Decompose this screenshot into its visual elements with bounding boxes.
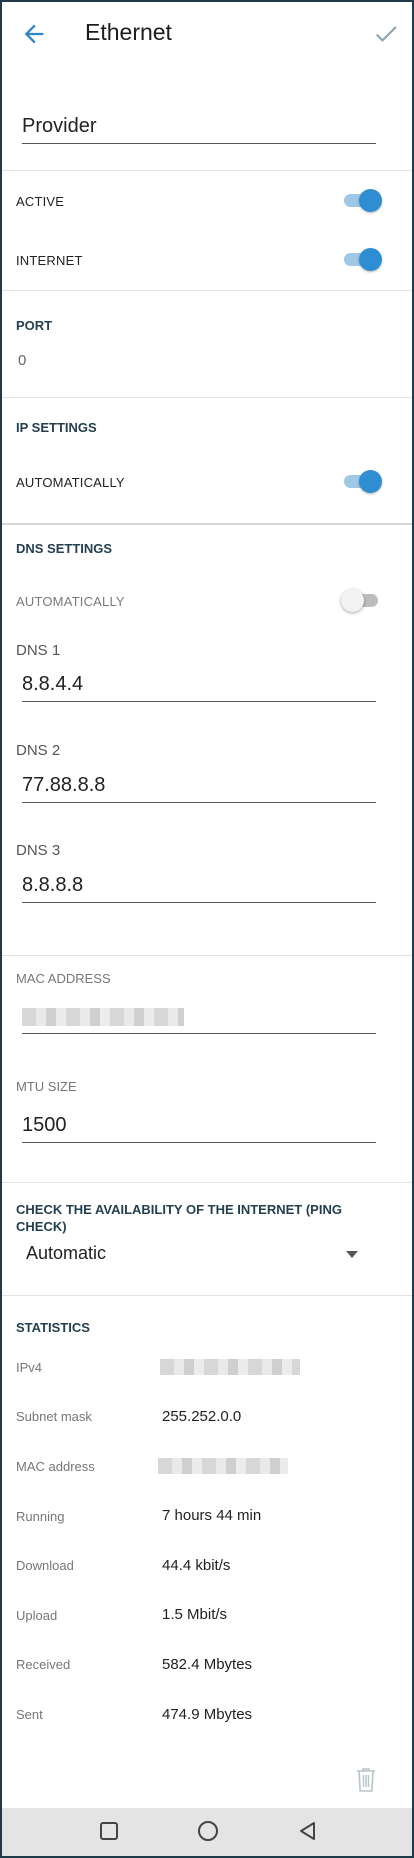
- trash-icon[interactable]: [354, 1766, 378, 1794]
- active-label: ACTIVE: [16, 194, 65, 209]
- ping-check-selected: Automatic: [26, 1243, 107, 1263]
- divider: [2, 397, 412, 398]
- arrow-left-icon[interactable]: [20, 20, 48, 48]
- divider: [2, 1295, 412, 1296]
- stat-value: 255.252.0.0: [162, 1408, 242, 1425]
- app-header: Ethernet: [2, 2, 412, 66]
- dns1-label: DNS 1: [16, 642, 61, 659]
- active-toggle[interactable]: [344, 188, 382, 212]
- port-value: 0: [18, 352, 27, 369]
- recents-icon[interactable]: [100, 1822, 118, 1840]
- dns-auto-toggle[interactable]: [341, 588, 378, 612]
- mtu-size-label: MTU SIZE: [16, 1079, 77, 1094]
- stat-label: IPv4: [16, 1360, 43, 1375]
- stat-label: Upload: [16, 1608, 58, 1623]
- internet-label: INTERNET: [16, 253, 83, 268]
- redacted-value: [160, 1359, 300, 1375]
- stat-label: Download: [16, 1558, 74, 1573]
- ping-check-select[interactable]: Automatic: [18, 1239, 364, 1269]
- stat-label: Received: [16, 1657, 71, 1672]
- ping-check-title: CHECK THE AVAILABILITY OF THE INTERNET (…: [16, 1202, 342, 1234]
- dns-settings-title: DNS SETTINGS: [16, 541, 113, 556]
- check-icon[interactable]: [372, 20, 400, 48]
- dns-auto-label: AUTOMATICALLY: [16, 594, 125, 609]
- divider: [2, 290, 412, 291]
- system-nav-bar: [2, 1808, 412, 1856]
- dns3-label: DNS 3: [16, 842, 61, 859]
- divider: [2, 170, 412, 171]
- port-section-title: PORT: [16, 318, 53, 333]
- redacted-value: [158, 1458, 288, 1474]
- divider: [2, 955, 412, 956]
- stat-label: Running: [16, 1509, 65, 1524]
- stat-value: 7 hours 44 min: [162, 1507, 262, 1524]
- stat-label: MAC address: [16, 1459, 95, 1474]
- stat-value: 44.4 kbit/s: [162, 1557, 231, 1574]
- stat-label: Subnet mask: [16, 1409, 92, 1424]
- app-frame: Ethernet ACTIVE INTERNET PORT 0 IP SETTI…: [0, 0, 414, 1858]
- ip-auto-label: AUTOMATICALLY: [16, 475, 125, 490]
- dns2-input[interactable]: [22, 769, 376, 803]
- stat-value: 582.4 Mbytes: [162, 1656, 253, 1673]
- stat-value: 474.9 Mbytes: [162, 1706, 253, 1723]
- divider: [2, 1182, 412, 1183]
- redacted-value: [22, 1008, 184, 1026]
- mtu-size-input[interactable]: [22, 1109, 376, 1143]
- back-triangle-icon[interactable]: [298, 1821, 318, 1841]
- stat-label: Sent: [16, 1707, 43, 1722]
- dns2-label: DNS 2: [16, 742, 61, 759]
- internet-toggle[interactable]: [344, 247, 382, 271]
- ip-settings-title: IP SETTINGS: [16, 420, 97, 435]
- mac-address-input[interactable]: [22, 1000, 376, 1034]
- dns3-input[interactable]: [22, 869, 376, 903]
- stat-value: 1.5 Mbit/s: [162, 1606, 228, 1623]
- page-title: Ethernet: [85, 19, 172, 45]
- divider: [2, 523, 412, 525]
- mac-address-label: MAC ADDRESS: [16, 971, 111, 986]
- connection-name-input[interactable]: [22, 110, 376, 144]
- ip-auto-toggle[interactable]: [344, 469, 382, 493]
- statistics-title: STATISTICS: [16, 1320, 90, 1335]
- caret-down-icon: [346, 1251, 358, 1258]
- dns1-input[interactable]: [22, 668, 376, 702]
- home-icon[interactable]: [198, 1821, 218, 1841]
